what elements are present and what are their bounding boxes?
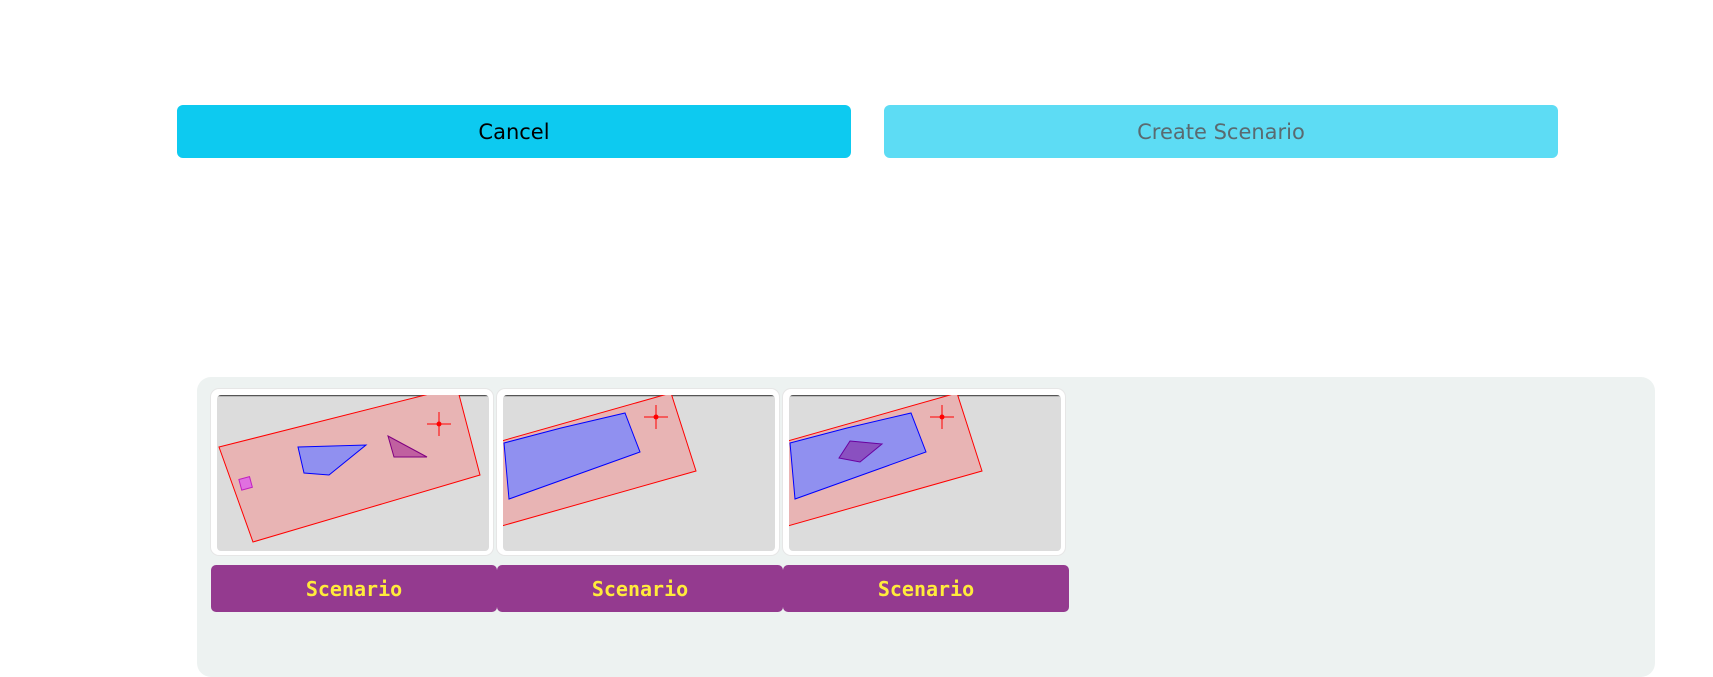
magenta-marker (238, 476, 253, 491)
scenario-thumbnail[interactable] (211, 389, 493, 555)
scenario-card: Scenario (783, 389, 1069, 612)
cancel-button[interactable]: Cancel (177, 105, 851, 158)
scenario-map (217, 395, 489, 551)
scenario-thumbnail[interactable] (783, 389, 1065, 555)
scenario-panel: Scenario Scenario Scenario (197, 377, 1655, 677)
scenario-button[interactable]: Scenario (211, 565, 497, 612)
scenario-card: Scenario (211, 389, 497, 612)
scenario-thumbnail[interactable] (497, 389, 779, 555)
create-scenario-button[interactable]: Create Scenario (884, 105, 1558, 158)
scenario-map (503, 395, 775, 551)
scenario-map (789, 395, 1061, 551)
scenario-button[interactable]: Scenario (497, 565, 783, 612)
scenario-button[interactable]: Scenario (783, 565, 1069, 612)
scenario-card: Scenario (497, 389, 783, 612)
